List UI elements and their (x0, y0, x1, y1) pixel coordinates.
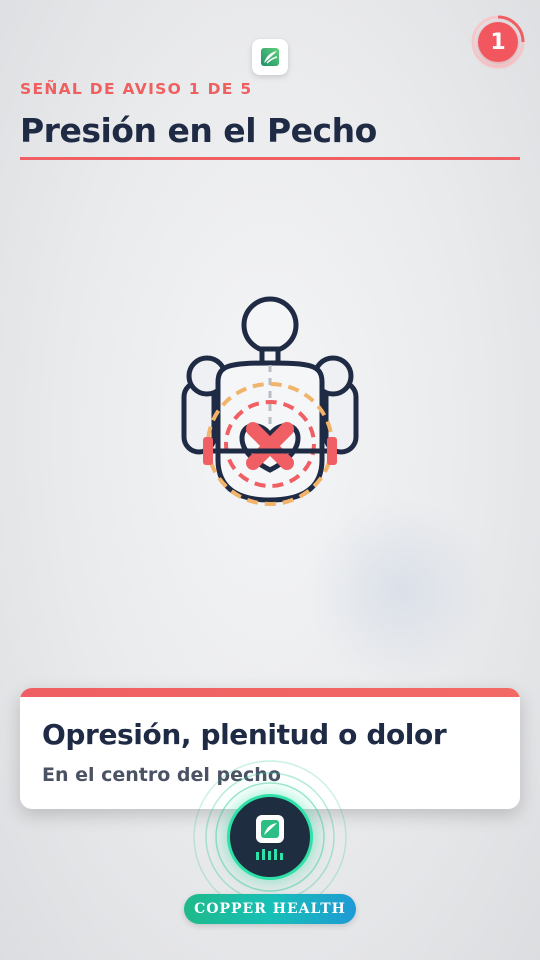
leaf-logo-icon (261, 48, 279, 66)
leaf-logo-icon (256, 815, 284, 843)
brand-name-pill[interactable]: COPPER HEALTH (184, 894, 356, 924)
background-glow (300, 500, 500, 680)
warning-counter-badge[interactable]: 1 (470, 14, 526, 70)
signal-bars-icon (256, 849, 283, 860)
card-accent-bar (20, 688, 520, 697)
title-underline (20, 157, 520, 160)
app-logo (252, 39, 288, 75)
copper-health-button[interactable] (227, 794, 313, 880)
chest-pressure-illustration (170, 290, 370, 524)
chest-pressure-figure-icon (181, 296, 359, 506)
symptom-title: Opresión, plenitud o dolor (42, 718, 447, 751)
counter-number: 1 (478, 22, 518, 62)
page-title: Presión en el Pecho (20, 111, 377, 150)
warning-step-label: SEÑAL DE AVISO 1 DE 5 (20, 80, 253, 98)
